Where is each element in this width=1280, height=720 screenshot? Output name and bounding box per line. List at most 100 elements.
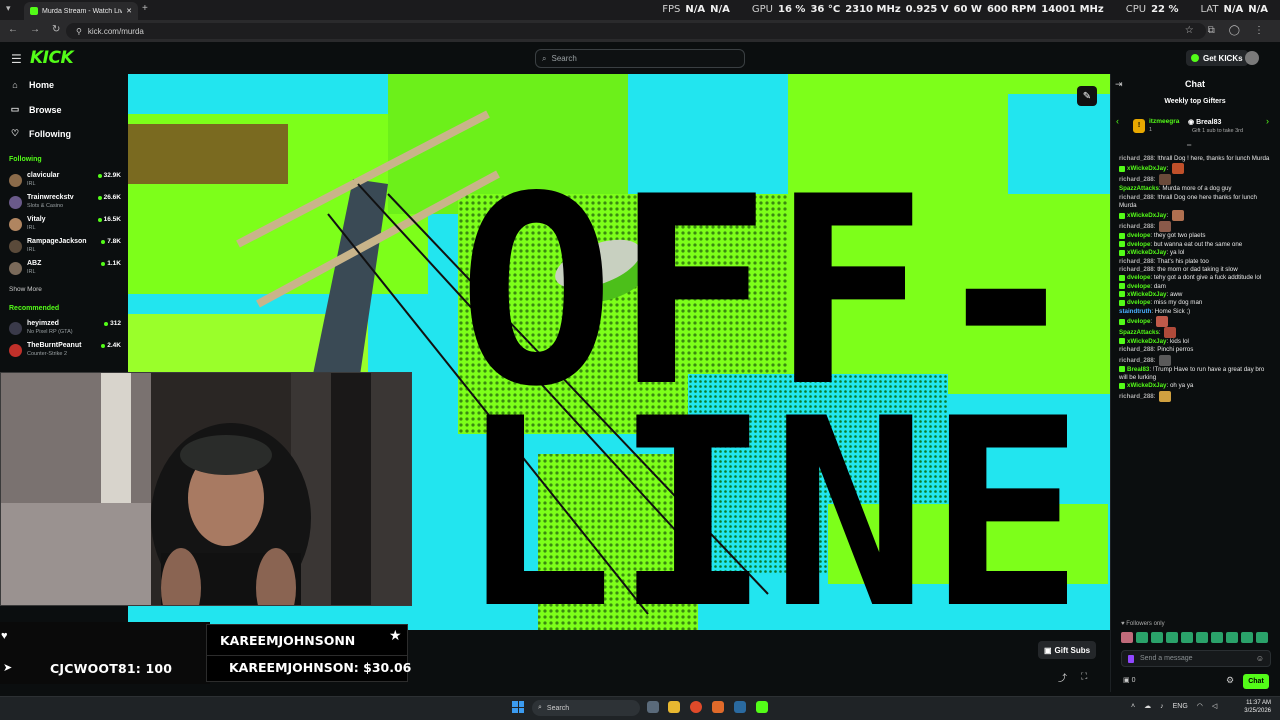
emote-icon[interactable] [1256, 632, 1268, 643]
mic-icon[interactable]: ♪ [1160, 703, 1164, 710]
chevron-up-icon[interactable]: ˄ [1131, 703, 1135, 710]
site-info-icon[interactable]: ⚲ [76, 27, 82, 36]
chat-username[interactable]: xWickeDxJay [1127, 338, 1167, 345]
channel-clavicular[interactable]: clavicular IRL 32.9K [9, 172, 121, 192]
task-view-icon[interactable] [647, 701, 659, 713]
emote-icon[interactable] [1136, 632, 1148, 643]
profile-icon[interactable]: ◯ [1229, 25, 1240, 36]
search-input[interactable]: ⌕ Search [535, 49, 745, 68]
language-indicator[interactable]: ENG [1173, 703, 1188, 710]
chat-username[interactable]: richard_288 [1119, 194, 1154, 201]
kick-emote-icon[interactable] [1128, 654, 1134, 663]
chat-username[interactable]: dvelope [1127, 241, 1150, 248]
sidebar-item-following[interactable]: ♡ Following [10, 128, 71, 139]
steam-icon[interactable] [734, 701, 746, 713]
url-field[interactable]: ⚲ kick.com/murda [66, 23, 1206, 39]
chat-username[interactable]: xWickeDxJay [1127, 382, 1167, 389]
subscriber-badge-icon [1119, 232, 1125, 239]
cloud-icon[interactable]: ☁ [1144, 702, 1151, 710]
back-icon[interactable]: ← [8, 24, 18, 35]
chat-username[interactable]: richard_288 [1119, 266, 1154, 273]
chat-username[interactable]: richard_288 [1119, 357, 1154, 364]
chat-username[interactable]: richard_288 [1119, 346, 1154, 353]
channel-points[interactable]: ▣ 0 [1123, 676, 1135, 684]
channel-trainwreckstv[interactable]: Trainwreckstv Slots & Casino 26.6K [9, 194, 121, 214]
gift-subs-button[interactable]: ▣ Gift Subs [1038, 641, 1096, 659]
kick-logo[interactable]: KICK [30, 48, 74, 68]
chat-username[interactable]: staindtruth [1119, 308, 1151, 315]
chat-username[interactable]: xWickeDxJay [1127, 291, 1167, 298]
chat-username[interactable]: richard_288 [1119, 155, 1154, 162]
channel-theburntpeanut[interactable]: TheBurntPeanut Counter-Strike 2 2.4K [9, 342, 121, 362]
bookmark-star-icon[interactable]: ☆ [1185, 25, 1194, 36]
reload-icon[interactable]: ↻ [52, 24, 60, 35]
clock[interactable]: 11:37 AM 3/25/2026 [1231, 699, 1271, 716]
chat-username[interactable]: dvelope [1127, 318, 1150, 325]
sidebar-item-home[interactable]: ⌂ Home [10, 80, 54, 90]
user-avatar[interactable] [1245, 51, 1259, 65]
channel-rampagejackson[interactable]: RampageJackson IRL 7.8K [9, 238, 121, 258]
emote-icon[interactable] [1241, 632, 1253, 643]
emote-icon[interactable] [1211, 632, 1223, 643]
wifi-icon[interactable]: ◠ [1197, 702, 1203, 710]
chevron-left-icon[interactable]: ‹ [1116, 116, 1119, 126]
chat-username[interactable]: dvelope [1127, 274, 1150, 281]
chat-username[interactable]: Breal83 [1127, 366, 1149, 373]
show-more-link[interactable]: Show More [9, 286, 42, 293]
chat-username[interactable]: SpazzAttacks [1119, 329, 1159, 336]
emote-icon[interactable] [1151, 632, 1163, 643]
file-explorer-icon[interactable] [668, 701, 680, 713]
collapse-chat-icon[interactable]: ⇥ [1115, 79, 1123, 90]
edit-pencil-icon[interactable]: ✎ [1077, 86, 1097, 106]
close-tab-icon[interactable]: ✕ [126, 7, 132, 15]
hamburger-menu-icon[interactable]: ☰ [11, 52, 22, 66]
get-kicks-button[interactable]: Get KICKs [1186, 50, 1248, 66]
volume-icon[interactable]: ◁ [1212, 702, 1217, 710]
search-placeholder: Search [551, 54, 577, 63]
chat-username[interactable]: dvelope [1127, 299, 1150, 306]
share-icon[interactable]: ⤴ [1058, 671, 1067, 684]
send-chat-button[interactable]: Chat [1243, 674, 1269, 689]
emote-icon[interactable] [1181, 632, 1193, 643]
top-gifter-1[interactable]: ! itzmeegra 1 [1133, 118, 1185, 136]
gifter-name: ◉ Breal83 [1188, 119, 1222, 126]
chat-username[interactable]: xWickeDxJay [1127, 166, 1167, 173]
tab-menu-icon[interactable]: ▾ [6, 3, 11, 14]
chat-username[interactable]: richard_288 [1119, 177, 1154, 184]
browser-menu-icon[interactable]: ⋮ [1254, 25, 1264, 36]
chat-message: richard_288: [1119, 354, 1271, 366]
forward-icon[interactable]: → [30, 24, 40, 35]
smiley-icon[interactable]: ☺ [1256, 654, 1264, 663]
top-gifter-2[interactable]: ◉ Breal83 Gift 1 sub to take 3rd [1188, 118, 1268, 136]
chat-username[interactable]: dvelope [1127, 232, 1150, 239]
sidebar-item-browse[interactable]: ▭ Browse [10, 104, 62, 115]
emote-icon[interactable] [1166, 632, 1178, 643]
taskbar-search[interactable]: ⌕ Search [532, 700, 640, 716]
lat-value: N/A [1223, 4, 1244, 15]
chat-username[interactable]: SpazzAttacks [1119, 185, 1159, 192]
emote-icon[interactable] [1121, 632, 1133, 643]
chat-username[interactable]: dvelope [1127, 283, 1150, 290]
chat-input[interactable]: Send a message ☺ [1121, 650, 1271, 667]
subscriber-badge-icon [1119, 212, 1125, 219]
chat-username[interactable]: richard_288 [1119, 258, 1154, 265]
chat-username[interactable]: xWickeDxJay [1127, 213, 1167, 220]
windows-start-icon[interactable] [512, 701, 524, 713]
browser-tab[interactable]: Murda Stream - Watch Live on ✕ [24, 2, 138, 20]
chat-username[interactable]: xWickeDxJay [1127, 249, 1167, 256]
new-tab-icon[interactable]: + [142, 3, 148, 14]
kick-app-icon[interactable] [756, 701, 768, 713]
chat-username[interactable]: richard_288 [1119, 393, 1154, 400]
emote-icon[interactable] [1196, 632, 1208, 643]
channel-heyimzed[interactable]: heyimzed No Pixel RP (GTA) 312 [9, 320, 121, 340]
theater-mode-icon[interactable]: ⛶ [1081, 671, 1087, 682]
channel-abz[interactable]: ABZ IRL 1.1K [9, 260, 121, 280]
chat-username[interactable]: richard_288 [1119, 224, 1154, 231]
extensions-icon[interactable]: ⧉ [1208, 25, 1215, 36]
app-icon[interactable] [712, 701, 724, 713]
chrome-icon[interactable] [690, 701, 702, 713]
recommended-section-title: Recommended [9, 305, 60, 312]
emote-icon[interactable] [1226, 632, 1238, 643]
gear-icon[interactable]: ⚙ [1226, 675, 1234, 686]
channel-vitaly[interactable]: Vitaly IRL 16.5K [9, 216, 121, 236]
